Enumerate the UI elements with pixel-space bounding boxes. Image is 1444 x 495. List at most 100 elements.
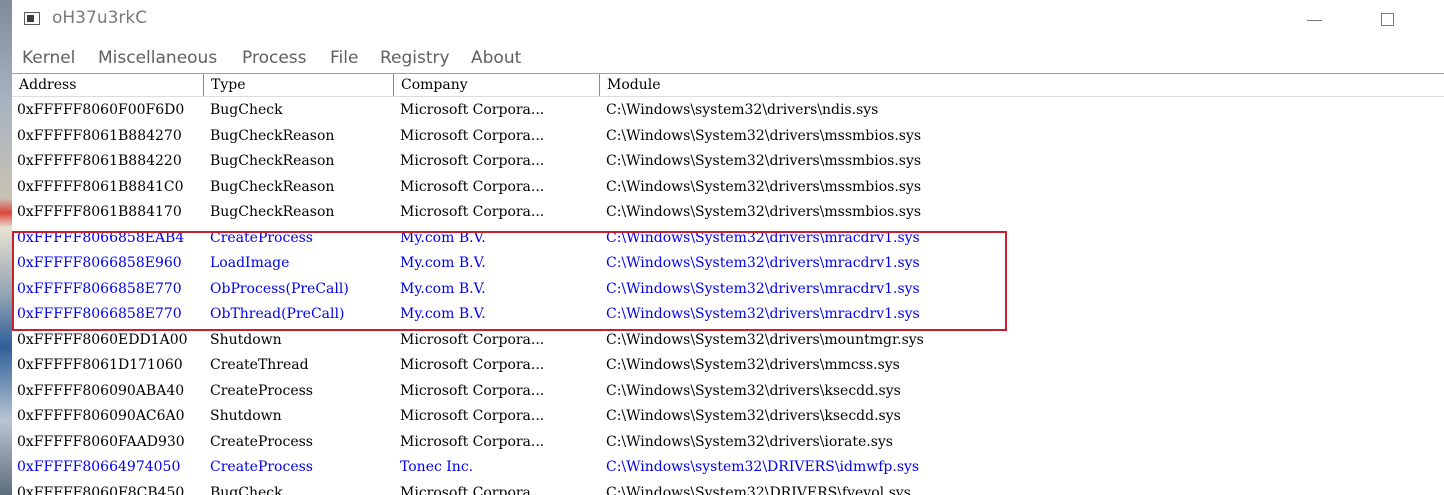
cell-type: BugCheckReason	[210, 178, 335, 195]
cell-type: CreateProcess	[210, 459, 313, 475]
table-row[interactable]: 0xFFFFF8061B884270 BugCheckReason Microsof…	[12, 124, 1444, 150]
menu-process[interactable]: Process	[242, 48, 307, 68]
cell-company: My.com B.V.	[400, 229, 486, 246]
cell-type: CreateProcess	[210, 382, 313, 399]
cell-company: Microsoft Corpora...	[400, 382, 545, 399]
cell-type: ObThread(PreCall)	[210, 306, 345, 322]
table-row[interactable]: 0xFFFFF8066858E960 LoadImage My.com B.V. C:…	[12, 251, 1444, 277]
cell-module: C:\Windows\System32\drivers\ksecdd.sys	[606, 382, 901, 399]
menu-miscellaneous[interactable]: Miscellaneous	[98, 48, 217, 68]
table-row[interactable]: 0xFFFFF806090AC6A0 Shutdown Microsoft Corp…	[12, 404, 1444, 430]
cell-company: Microsoft Corpora...	[400, 408, 545, 424]
cell-address: 0xFFFFF8061B8841C0	[17, 178, 184, 195]
maximize-button[interactable]	[1368, 8, 1408, 34]
cell-type: BugCheck	[210, 102, 283, 118]
table-row[interactable]: 0xFFFFF8061D171060 CreateThread Microsoft …	[12, 353, 1444, 379]
cell-address: 0xFFFFF8060F8CB450	[17, 484, 185, 495]
cell-company: Tonec Inc.	[400, 459, 474, 475]
cell-company: Microsoft Corpora...	[400, 357, 545, 373]
cell-type: BugCheckReason	[210, 204, 335, 220]
cell-address: 0xFFFFF8066858E960	[17, 255, 182, 271]
table-row[interactable]: 0xFFFFF8066858E770 ObThread(PreCall) My.co…	[12, 302, 1444, 328]
cell-address: 0xFFFFF8066858E770	[17, 306, 182, 322]
cell-module: C:\Windows\system32\DRIVERS\idmwfp.sys	[606, 459, 920, 475]
list-header: Address Type Company Module	[12, 74, 1444, 97]
menu-about[interactable]: About	[471, 48, 521, 68]
cell-address: 0xFFFFF806090ABA40	[17, 382, 185, 399]
cell-address: 0xFFFFF8061B884170	[17, 204, 182, 220]
cell-module: C:\Windows\System32\drivers\iorate.sys	[606, 433, 893, 450]
cell-type: BugCheck	[210, 484, 283, 495]
cell-company: Microsoft Corpora...	[400, 102, 545, 118]
minimize-button[interactable]	[1294, 8, 1334, 34]
cell-type: ObProcess(PreCall)	[210, 280, 349, 297]
callback-list[interactable]: Address Type Company Module 0xFFFFF8060F…	[12, 73, 1444, 495]
cell-type: CreateProcess	[210, 433, 313, 450]
cell-module: C:\Windows\System32\drivers\mssmbios.sys	[606, 178, 922, 195]
cell-module: C:\Windows\System32\drivers\mssmbios.sys	[606, 127, 922, 144]
cell-address: 0xFFFFF8061B884220	[17, 153, 182, 169]
cell-module: C:\Windows\System32\drivers\mmcss.sys	[606, 357, 900, 373]
cell-company: Microsoft Corpora...	[400, 433, 545, 450]
cell-address: 0xFFFFF8060EDD1A00	[17, 331, 188, 348]
cell-company: Microsoft Corpora...	[400, 484, 545, 495]
cell-company: Microsoft Corpora...	[400, 153, 545, 169]
app-icon	[24, 12, 40, 25]
table-row[interactable]: 0xFFFFF8060F00F6D0 BugCheck Microsoft Corp…	[12, 98, 1444, 124]
cell-company: Microsoft Corpora...	[400, 204, 545, 220]
table-row[interactable]: 0xFFFFF8060FAAD930 CreateProcess Microsoft…	[12, 430, 1444, 456]
cell-type: Shutdown	[210, 408, 282, 424]
cell-company: My.com B.V.	[400, 306, 486, 322]
cell-module: C:\Windows\system32\drivers\ndis.sys	[606, 102, 879, 118]
cell-address: 0xFFFFF8061B884270	[17, 127, 182, 144]
cell-module: C:\Windows\System32\drivers\mssmbios.sys	[606, 153, 922, 169]
cell-module: C:\Windows\System32\drivers\mracdrv1.sys	[606, 280, 920, 297]
app-window: oH37u3rkC Kernel Miscellaneous Process F…	[12, 0, 1444, 495]
menu-file[interactable]: File	[330, 48, 358, 68]
cell-type: BugCheckReason	[210, 127, 335, 144]
cell-address: 0xFFFFF8061D171060	[17, 357, 183, 373]
table-row[interactable]: 0xFFFFF8061B8841C0 BugCheckReason Microsof…	[12, 175, 1444, 201]
cell-company: My.com B.V.	[400, 280, 486, 297]
cell-company: Microsoft Corpora...	[400, 331, 545, 348]
cell-type: CreateThread	[210, 357, 309, 373]
column-header-type[interactable]: Type	[204, 74, 394, 96]
cell-company: Microsoft Corpora...	[400, 127, 545, 144]
cell-company: My.com B.V.	[400, 255, 486, 271]
cell-address: 0xFFFFF8066858EAB4	[17, 229, 185, 246]
cell-module: C:\Windows\System32\drivers\ksecdd.sys	[606, 408, 901, 424]
list-rows: 0xFFFFF8060F00F6D0 BugCheck Microsoft Corp…	[12, 98, 1444, 495]
table-row[interactable]: 0xFFFFF8066858E770 ObProcess(PreCall) My.c…	[12, 277, 1444, 303]
cell-address: 0xFFFFF8060FAAD930	[17, 433, 185, 450]
table-row[interactable]: 0xFFFFF8066858EAB4 CreateProcess My.com B.…	[12, 226, 1444, 252]
cell-type: CreateProcess	[210, 229, 313, 246]
cell-address: 0xFFFFF806090AC6A0	[17, 408, 185, 424]
cell-address: 0xFFFFF8066858E770	[17, 280, 182, 297]
title-bar[interactable]: oH37u3rkC	[12, 0, 1444, 40]
cell-module: C:\Windows\System32\DRIVERS\fvevol.sys	[606, 484, 911, 495]
cell-address: 0xFFFFF8060F00F6D0	[17, 102, 185, 118]
table-row[interactable]: 0xFFFFF8061B884220 BugCheckReason Microsof…	[12, 149, 1444, 175]
cell-module: C:\Windows\System32\drivers\mracdrv1.sys	[606, 229, 920, 246]
cell-company: Microsoft Corpora...	[400, 178, 545, 195]
cell-module: C:\Windows\System32\drivers\mracdrv1.sys	[606, 255, 920, 271]
menu-kernel[interactable]: Kernel	[22, 48, 75, 68]
column-header-company[interactable]: Company	[394, 74, 600, 96]
window-title: oH37u3rkC	[52, 8, 148, 28]
table-row[interactable]: 0xFFFFF8061B884170 BugCheckReason Microsof…	[12, 200, 1444, 226]
menu-bar: Kernel Miscellaneous Process File Regist…	[12, 44, 1444, 72]
table-row[interactable]: 0xFFFFF80664974050 CreateProcess Tonec Inc…	[12, 455, 1444, 481]
table-row[interactable]: 0xFFFFF8060F8CB450 BugCheck Microsoft Corp…	[12, 481, 1444, 495]
column-header-address[interactable]: Address	[12, 74, 204, 96]
menu-registry[interactable]: Registry	[380, 48, 450, 68]
cell-type: BugCheckReason	[210, 153, 335, 169]
cell-type: LoadImage	[210, 255, 290, 271]
column-header-module[interactable]: Module	[600, 74, 1444, 96]
table-row[interactable]: 0xFFFFF806090ABA40 CreateProcess Microsoft…	[12, 379, 1444, 405]
cell-address: 0xFFFFF80664974050	[17, 459, 181, 475]
cell-module: C:\Windows\System32\drivers\mountmgr.sys	[606, 331, 924, 348]
cell-type: Shutdown	[210, 331, 282, 348]
desktop-background-strip	[0, 0, 12, 495]
table-row[interactable]: 0xFFFFF8060EDD1A00 Shutdown Microsoft Corp…	[12, 328, 1444, 354]
cell-module: C:\Windows\System32\drivers\mracdrv1.sys	[606, 306, 920, 322]
